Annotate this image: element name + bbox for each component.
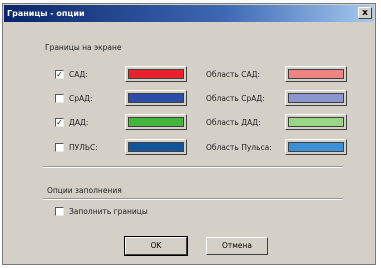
cancel-button[interactable]: Отмена bbox=[206, 237, 268, 255]
label-fill-borders: Заполнить границы bbox=[69, 207, 148, 216]
color-button-area-dad[interactable] bbox=[285, 114, 347, 130]
color-button-area-pulse[interactable] bbox=[285, 139, 347, 155]
color-fill-area-sad bbox=[288, 69, 344, 79]
label-area-dad: Область ДАД: bbox=[206, 118, 261, 127]
borders-group-title: Границы на экране bbox=[45, 43, 122, 52]
color-fill-area-dad bbox=[288, 117, 344, 127]
color-fill-sad bbox=[128, 69, 184, 79]
label-sad: САД: bbox=[69, 70, 88, 79]
color-button-srad[interactable] bbox=[125, 90, 187, 106]
close-button[interactable]: x bbox=[358, 7, 372, 19]
color-fill-area-srad bbox=[288, 93, 344, 103]
label-area-pulse: Область Пульса: bbox=[206, 143, 272, 152]
title-bar: Границы - опции x bbox=[4, 5, 374, 22]
close-icon: x bbox=[362, 8, 368, 18]
color-button-sad[interactable] bbox=[125, 66, 187, 82]
ok-button[interactable]: OK bbox=[124, 236, 188, 256]
label-dad: ДАД: bbox=[69, 118, 89, 127]
color-fill-pulse bbox=[128, 142, 184, 152]
checkbox-srad[interactable] bbox=[55, 94, 64, 103]
color-fill-srad bbox=[128, 93, 184, 103]
color-fill-area-pulse bbox=[288, 142, 344, 152]
label-area-sad: Область САД: bbox=[206, 70, 260, 79]
label-pulse: ПУЛЬС: bbox=[69, 143, 98, 152]
color-button-pulse[interactable] bbox=[125, 139, 187, 155]
label-srad: СрАД: bbox=[69, 94, 93, 103]
window-title: Границы - опции bbox=[7, 9, 85, 18]
label-area-srad: Область СрАД: bbox=[206, 94, 265, 103]
checkbox-dad[interactable]: ✓ bbox=[55, 118, 64, 127]
fill-group-title: Опции заполнения bbox=[47, 186, 122, 195]
fill-group-separator bbox=[43, 198, 343, 200]
checkbox-pulse[interactable] bbox=[55, 143, 64, 152]
color-button-dad[interactable] bbox=[125, 114, 187, 130]
color-button-area-sad[interactable] bbox=[285, 66, 347, 82]
checkbox-sad[interactable]: ✓ bbox=[55, 70, 64, 79]
borders-options-dialog: Границы - опции x Границы на экране ✓ СА… bbox=[2, 3, 376, 265]
color-fill-dad bbox=[128, 117, 184, 127]
page: Границы - опции x Границы на экране ✓ СА… bbox=[0, 0, 381, 268]
color-button-area-srad[interactable] bbox=[285, 90, 347, 106]
group-separator bbox=[43, 166, 343, 168]
checkbox-fill-borders[interactable] bbox=[55, 207, 64, 216]
